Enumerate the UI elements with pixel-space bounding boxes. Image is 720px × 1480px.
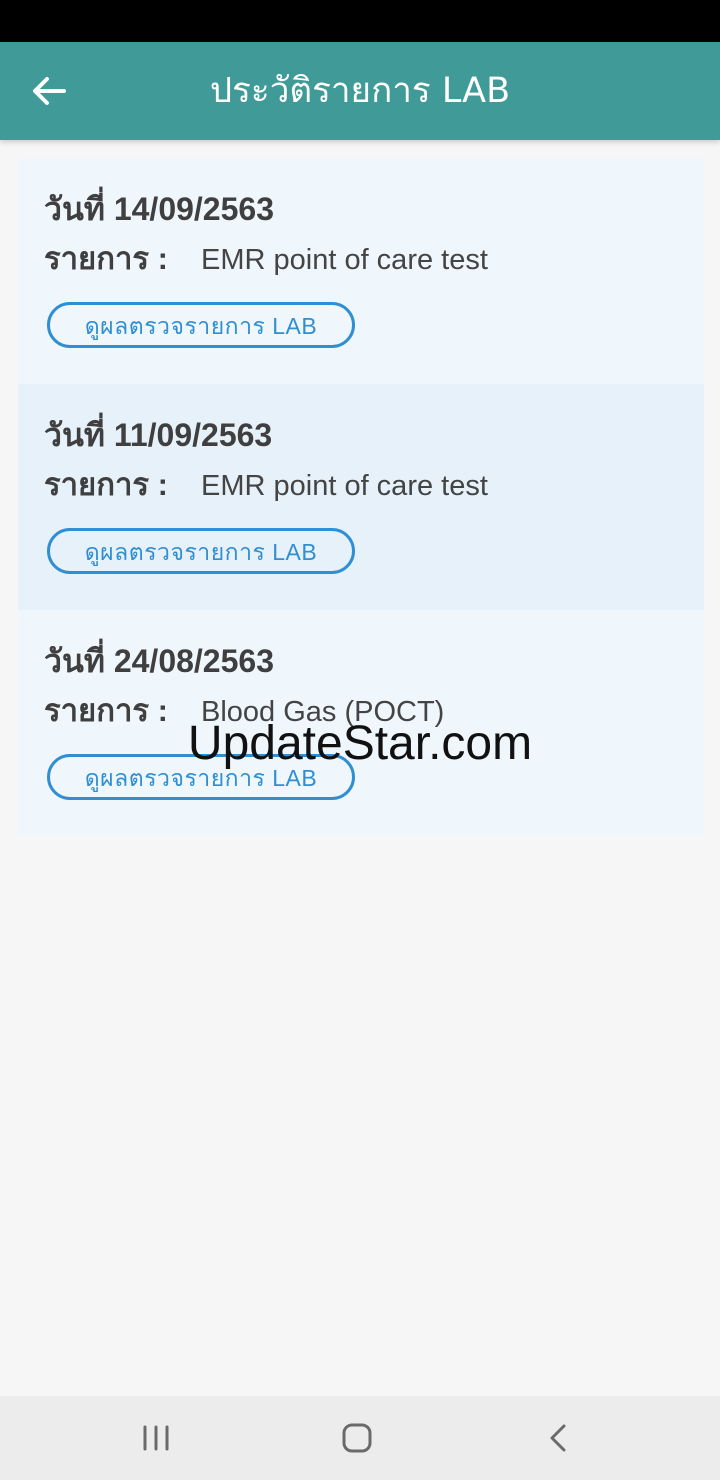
list-item: วันที่ 11/09/2563 รายการ : EMR point of c… — [18, 384, 704, 610]
record-item-value: EMR point of care test — [201, 470, 488, 502]
nav-back-icon — [550, 1424, 566, 1452]
app-bar: ประวัติรายการ LAB — [0, 42, 720, 140]
list-item: วันที่ 14/09/2563 รายการ : EMR point of c… — [18, 158, 704, 384]
recents-icon — [143, 1425, 169, 1451]
back-button[interactable] — [24, 66, 74, 116]
record-item: รายการ : EMR point of care test — [44, 464, 704, 506]
view-lab-result-button[interactable]: ดูผลตรวจรายการ LAB — [47, 528, 355, 574]
arrow-left-icon — [33, 77, 66, 105]
record-item-value: Blood Gas (POCT) — [201, 696, 445, 728]
record-item-label: รายการ : — [44, 693, 168, 728]
lab-history-list: วันที่ 14/09/2563 รายการ : EMR point of c… — [18, 158, 704, 836]
record-item-value: EMR point of care test — [201, 244, 488, 276]
page-title: ประวัติรายการ LAB — [209, 71, 511, 111]
view-lab-result-button[interactable]: ดูผลตรวจรายการ LAB — [47, 754, 355, 800]
record-item: รายการ : EMR point of care test — [44, 238, 704, 280]
home-icon — [342, 1423, 372, 1453]
record-item-label: รายการ : — [44, 467, 168, 502]
status-bar — [0, 0, 720, 42]
recents-button[interactable] — [126, 1408, 186, 1468]
view-lab-result-button[interactable]: ดูผลตรวจรายการ LAB — [47, 302, 355, 348]
record-item: รายการ : Blood Gas (POCT) — [44, 690, 704, 732]
system-nav-bar — [0, 1396, 720, 1480]
record-item-label: รายการ : — [44, 241, 168, 276]
record-date: วันที่ 14/09/2563 — [44, 191, 274, 227]
record-date: วันที่ 24/08/2563 — [44, 643, 274, 679]
list-item: วันที่ 24/08/2563 รายการ : Blood Gas (POC… — [18, 610, 704, 836]
home-button[interactable] — [327, 1408, 387, 1468]
record-date: วันที่ 11/09/2563 — [44, 417, 273, 453]
nav-back-button[interactable] — [528, 1408, 588, 1468]
